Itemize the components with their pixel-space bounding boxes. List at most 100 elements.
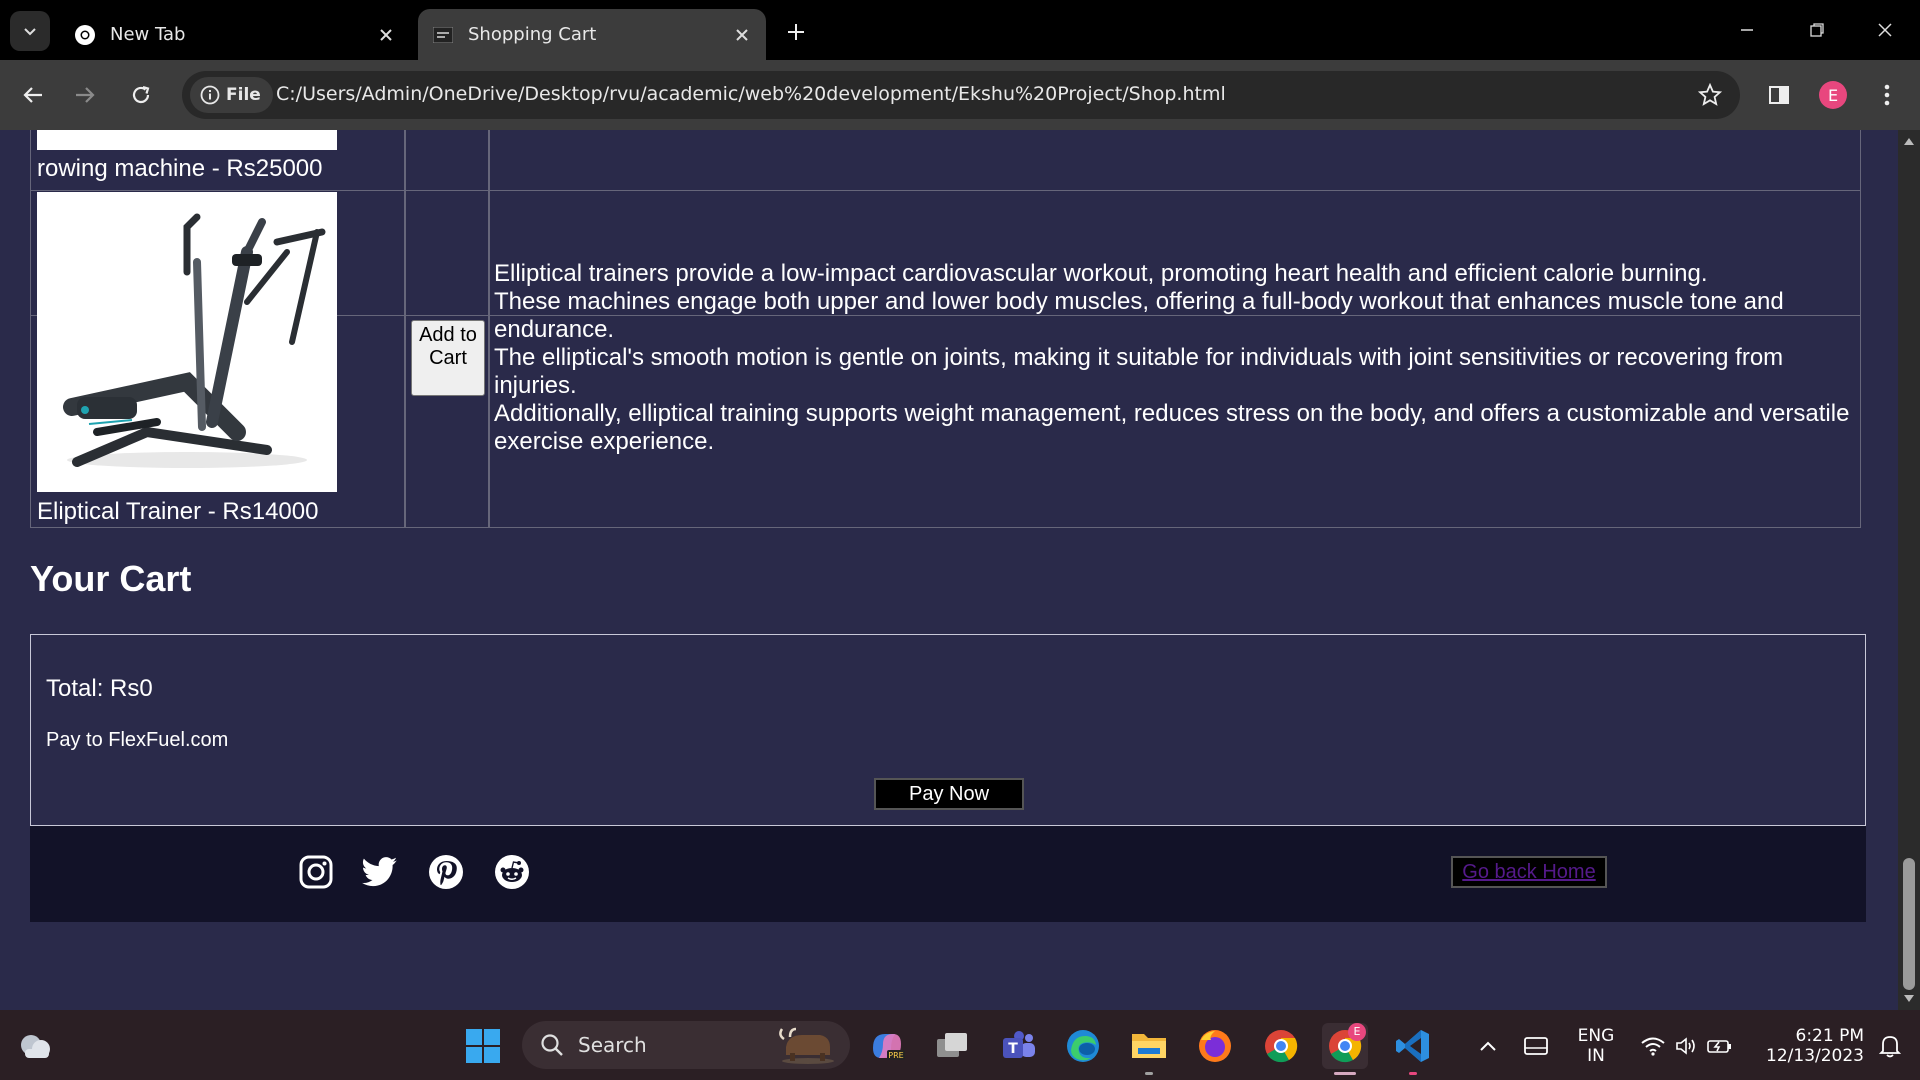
browser-menu-button[interactable] <box>1866 74 1908 116</box>
forward-button[interactable] <box>64 74 106 116</box>
product-description: Elliptical trainers provide a low-impact… <box>494 260 1854 456</box>
firefox-icon <box>1199 1030 1231 1062</box>
svg-text:T: T <box>1008 1041 1018 1057</box>
cart-box: Total: Rs0 Pay to FlexFuel.com Pay Now <box>30 634 1866 826</box>
tab-title: Shopping Cart <box>468 24 597 45</box>
twitter-icon[interactable] <box>360 852 400 892</box>
clock-date: 12/13/2023 <box>1766 1046 1864 1066</box>
clock-time: 6:21 PM <box>1795 1026 1865 1046</box>
keyboard-icon <box>1524 1037 1548 1055</box>
tablet-keyboard-button[interactable] <box>1516 1023 1556 1069</box>
add-to-cart-button[interactable]: Add to Cart <box>411 320 485 396</box>
volume-icon <box>1676 1037 1695 1055</box>
chrome-icon <box>74 24 96 46</box>
tab-shopping-cart[interactable]: Shopping Cart <box>418 9 766 60</box>
profile-button[interactable]: E <box>1812 74 1854 116</box>
go-back-home-link[interactable]: Go back Home <box>1451 856 1607 888</box>
reload-button[interactable] <box>120 74 162 116</box>
running-indicator <box>1334 1072 1356 1075</box>
search-icon <box>541 1034 563 1056</box>
profile-badge: E <box>1348 1023 1366 1041</box>
star-icon <box>1698 83 1722 106</box>
search-placeholder: Search <box>578 1033 647 1057</box>
arrow-right-icon <box>76 87 95 103</box>
taskbar-edge[interactable] <box>1060 1023 1106 1069</box>
language-indicator[interactable]: ENG IN <box>1570 1023 1622 1069</box>
product-caption: rowing machine - Rs25000 <box>37 155 323 182</box>
clock[interactable]: 6:21 PM 12/13/2023 <box>1754 1023 1864 1069</box>
close-window-button[interactable] <box>1860 10 1910 50</box>
plus-icon <box>788 24 804 40</box>
windows-logo-icon <box>466 1029 500 1063</box>
description-line: Additionally, elliptical training suppor… <box>494 400 1850 455</box>
page-icon <box>432 24 454 46</box>
close-icon <box>1878 23 1892 37</box>
side-panel-button[interactable] <box>1758 74 1800 116</box>
page-scrollbar[interactable] <box>1898 130 1920 1010</box>
running-indicator <box>1145 1072 1153 1075</box>
show-hidden-icons-button[interactable] <box>1468 1023 1508 1069</box>
new-tab-button[interactable] <box>778 14 814 50</box>
pinterest-icon[interactable] <box>426 852 466 892</box>
close-icon[interactable] <box>724 17 760 53</box>
tab-new-tab[interactable]: New Tab <box>60 9 410 60</box>
pay-to-text: Pay to FlexFuel.com <box>46 729 229 751</box>
instagram-icon[interactable] <box>296 852 336 892</box>
chrome-icon <box>1265 1030 1298 1063</box>
more-vertical-icon <box>1884 84 1890 106</box>
product-caption: Eliptical Trainer - Rs14000 <box>37 498 319 525</box>
teams-icon: T <box>1003 1031 1035 1058</box>
taskbar-search[interactable]: Search <box>522 1021 850 1069</box>
windows-taskbar: Search PRE T E ENG IN 6:21 PM 12/13/2023 <box>0 1010 1920 1080</box>
notifications-button[interactable] <box>1870 1023 1910 1069</box>
site-chip-label: File <box>226 85 261 105</box>
tab-search-button[interactable] <box>10 11 50 51</box>
search-highlight-icon <box>779 1027 834 1064</box>
taskbar-firefox[interactable] <box>1192 1023 1238 1069</box>
site-info-chip[interactable]: File <box>190 77 273 113</box>
folder-icon <box>1132 1034 1166 1058</box>
region-code: IN <box>1587 1046 1605 1066</box>
taskbar-file-explorer[interactable] <box>1126 1023 1172 1075</box>
scroll-up-icon[interactable] <box>1904 138 1914 145</box>
copilot-icon: PRE <box>873 1034 905 1060</box>
minimize-button[interactable] <box>1722 10 1772 50</box>
tab-title: New Tab <box>110 24 186 45</box>
description-line: These machines engage both upper and low… <box>494 288 1784 343</box>
edge-icon <box>1067 1030 1099 1062</box>
cart-total: Total: Rs0 <box>46 675 153 702</box>
address-bar[interactable]: File C:/Users/Admin/OneDrive/Desktop/rvu… <box>182 71 1740 119</box>
language-code: ENG <box>1577 1026 1615 1046</box>
bookmark-star-button[interactable] <box>1694 79 1726 111</box>
url-text[interactable]: C:/Users/Admin/OneDrive/Desktop/rvu/acad… <box>276 83 1226 105</box>
weather-cloud-icon <box>21 1035 50 1058</box>
weather-widget[interactable] <box>12 1023 58 1069</box>
back-button[interactable] <box>12 74 54 116</box>
taskbar-task-view[interactable] <box>930 1023 976 1069</box>
arrow-left-icon <box>23 87 42 103</box>
close-icon[interactable] <box>368 17 404 53</box>
taskbar-teams[interactable]: T <box>996 1023 1042 1069</box>
quick-settings-button[interactable] <box>1634 1023 1740 1069</box>
taskbar-copilot[interactable]: PRE <box>864 1023 910 1069</box>
side-panel-icon <box>1769 86 1789 104</box>
start-button[interactable] <box>460 1023 506 1069</box>
elliptical-trainer-image <box>37 192 337 492</box>
info-icon <box>200 85 220 105</box>
bell-icon <box>1879 1036 1901 1058</box>
pay-now-button[interactable]: Pay Now <box>874 778 1024 810</box>
minimize-icon <box>1741 29 1753 31</box>
taskbar-vscode[interactable] <box>1390 1023 1436 1075</box>
restore-button[interactable] <box>1792 10 1842 50</box>
scrollbar-thumb[interactable] <box>1903 858 1915 990</box>
chevron-up-icon <box>1480 1041 1496 1051</box>
scroll-down-icon[interactable] <box>1904 995 1914 1002</box>
task-view-icon <box>937 1033 967 1057</box>
running-indicator <box>1409 1072 1417 1075</box>
cart-heading: Your Cart <box>30 558 192 599</box>
rowing-machine-image <box>37 130 337 150</box>
taskbar-chrome-profile[interactable]: E <box>1322 1023 1368 1075</box>
taskbar-chrome[interactable] <box>1258 1023 1304 1069</box>
reload-icon <box>132 85 150 104</box>
reddit-icon[interactable] <box>492 852 532 892</box>
